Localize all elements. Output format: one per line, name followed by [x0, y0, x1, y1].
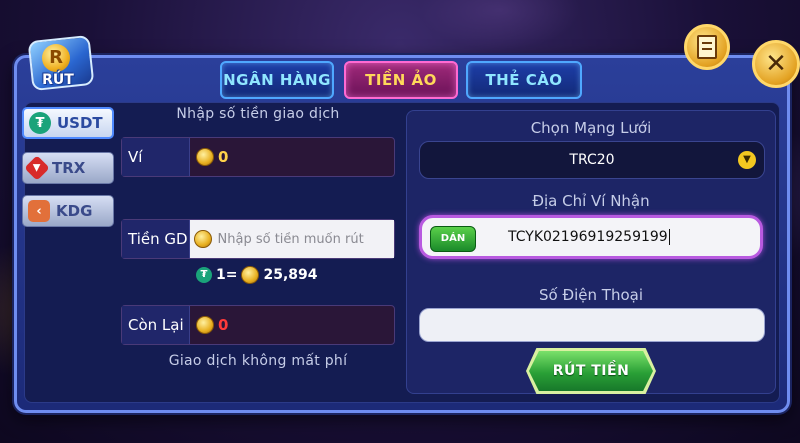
tab-bank[interactable]: NGÂN HÀNG [220, 61, 334, 99]
remaining-row: Còn Lại 0 [121, 305, 395, 345]
currency-label: TRX [52, 159, 86, 177]
fee-note: Giao dịch không mất phí [168, 353, 348, 369]
withdraw-logo: R RÚT [24, 34, 96, 96]
rate-left: 1= [216, 267, 238, 283]
currency-label: KDG [56, 202, 93, 220]
chevron-down-icon: ▼ [738, 151, 756, 169]
currency-label: USDT [57, 114, 103, 132]
amount-label: Tiền GD [122, 220, 190, 258]
currency-trx-button[interactable]: ▼ TRX [22, 152, 114, 184]
kdg-icon: ‹ [28, 200, 50, 222]
recipient-panel: Chọn Mạng Lưới TRC20 ▼ Địa Chỉ Ví Nhận D… [406, 110, 776, 394]
network-caption: Chọn Mạng Lưới [530, 119, 652, 137]
network-value: TRC20 [569, 152, 615, 168]
tab-crypto[interactable]: TIỀN ẢO [344, 61, 458, 99]
amount-row: Tiền GD [121, 219, 395, 259]
address-field[interactable]: DÁN TCYK02196919259199 [419, 215, 763, 259]
history-icon [697, 35, 717, 59]
gold-coin-icon [194, 230, 212, 248]
gold-coin-icon [196, 148, 214, 166]
network-select[interactable]: TRC20 ▼ [419, 141, 765, 179]
address-caption: Địa Chỉ Ví Nhận [532, 192, 650, 210]
background-glow [420, 0, 580, 50]
currency-usdt-button[interactable]: ₮ USDT [22, 107, 114, 139]
trx-icon: ▼ [24, 155, 50, 181]
amount-input[interactable] [215, 230, 394, 248]
remaining-balance: 0 [218, 316, 229, 334]
address-value: TCYK02196919259199 [508, 229, 668, 245]
paste-button[interactable]: DÁN [430, 226, 476, 252]
currency-kdg-button[interactable]: ‹ KDG [22, 195, 114, 227]
withdraw-button[interactable]: RÚT TIỀN [529, 351, 653, 391]
usdt-icon: ₮ [29, 112, 51, 134]
exchange-rate: ₮ 1= 25,894 [196, 266, 318, 284]
logo-coin-icon: R [42, 44, 70, 72]
phone-input[interactable] [419, 308, 765, 342]
remaining-value-group: 0 [196, 306, 228, 344]
gold-coin-icon [196, 316, 214, 334]
wallet-row: Ví 0 [121, 137, 395, 177]
text-caret [668, 229, 670, 245]
close-icon: ✕ [765, 49, 787, 79]
wallet-value-group: 0 [196, 138, 228, 176]
phone-caption: Số Điện Thoại [539, 286, 643, 304]
wallet-label: Ví [122, 138, 190, 176]
amount-caption: Nhập số tiền giao dịch [176, 106, 340, 122]
wallet-balance: 0 [218, 148, 229, 166]
logo-label: RÚT [42, 72, 74, 88]
amount-field [190, 220, 394, 258]
tab-card[interactable]: THẺ CÀO [466, 61, 582, 99]
gold-coin-icon [241, 266, 260, 284]
remaining-label: Còn Lại [122, 306, 190, 344]
history-button[interactable] [684, 24, 730, 70]
usdt-icon: ₮ [196, 267, 212, 283]
close-button[interactable]: ✕ [752, 40, 800, 88]
rate-value: 25,894 [263, 267, 318, 283]
address-input[interactable]: TCYK02196919259199 [508, 218, 670, 256]
